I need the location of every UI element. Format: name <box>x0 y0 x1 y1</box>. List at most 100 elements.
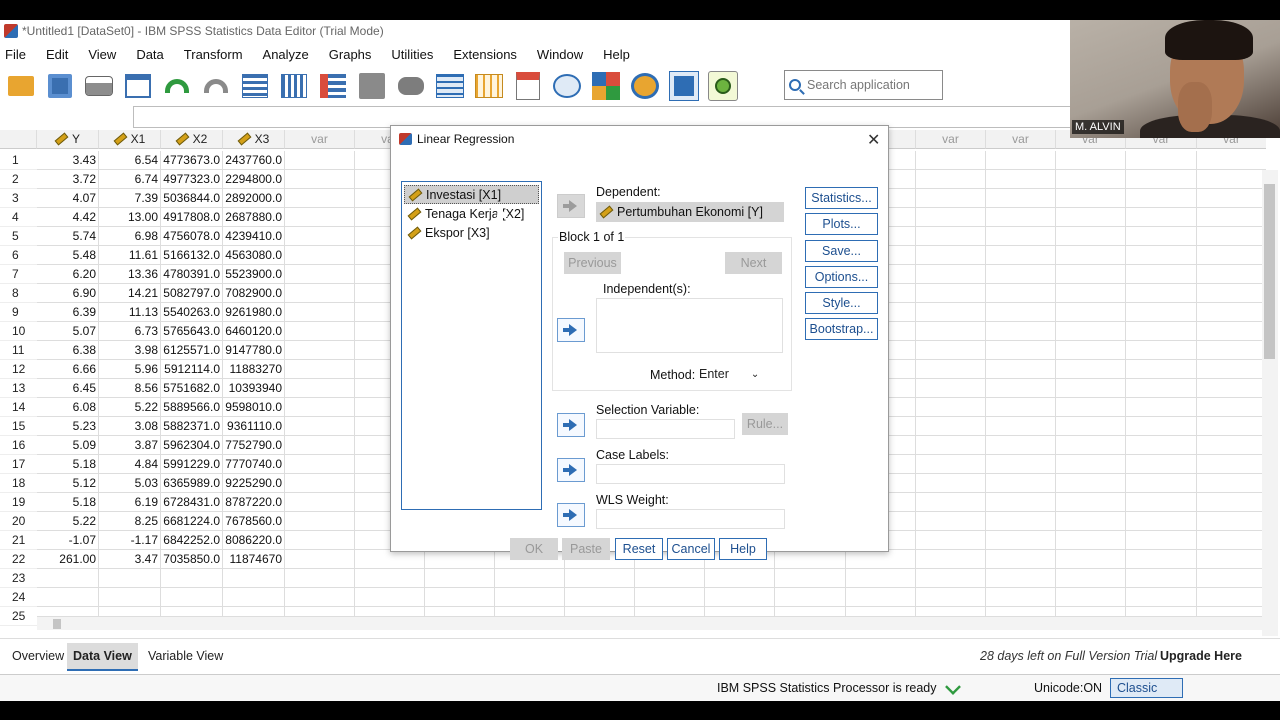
data-cell[interactable]: 7770740.0 <box>223 455 285 474</box>
print-icon[interactable] <box>84 71 114 101</box>
data-cell[interactable] <box>986 512 1056 531</box>
data-cell[interactable]: 10393940 <box>223 379 285 398</box>
use-sets-icon[interactable] <box>630 71 660 101</box>
row-number[interactable]: 11 <box>0 341 37 360</box>
row-number[interactable]: 24 <box>0 588 37 607</box>
data-cell[interactable] <box>1126 246 1197 265</box>
data-cell[interactable]: 4563080.0 <box>223 246 285 265</box>
data-cell[interactable] <box>1126 569 1197 588</box>
data-cell[interactable] <box>1056 550 1126 569</box>
data-cell[interactable]: 8787220.0 <box>223 493 285 512</box>
data-cell[interactable] <box>1126 493 1197 512</box>
data-cell[interactable]: 14.21 <box>99 284 161 303</box>
move-to-dependent-button[interactable] <box>557 194 585 218</box>
data-cell[interactable]: 4917808.0 <box>161 208 223 227</box>
data-cell[interactable] <box>355 588 425 607</box>
column-header-x2[interactable]: X2 <box>161 130 223 149</box>
data-cell[interactable] <box>285 189 355 208</box>
data-cell[interactable] <box>916 531 986 550</box>
data-cell[interactable] <box>1197 170 1266 189</box>
data-cell[interactable] <box>425 569 495 588</box>
data-cell[interactable] <box>916 303 986 322</box>
data-cell[interactable] <box>223 569 285 588</box>
data-cell[interactable] <box>1197 322 1266 341</box>
data-cell[interactable] <box>846 588 916 607</box>
source-variable-list[interactable]: Investasi [X1] Tenaga Kerja [X2] Ekspor … <box>401 181 542 510</box>
variable-item-investasi[interactable]: Investasi [X1] <box>404 185 539 204</box>
data-cell[interactable] <box>1056 360 1126 379</box>
data-cell[interactable]: 5.22 <box>99 398 161 417</box>
data-cell[interactable]: 4773673.0 <box>161 151 223 170</box>
data-cell[interactable] <box>916 588 986 607</box>
data-cell[interactable] <box>916 379 986 398</box>
data-cell[interactable]: 5540263.0 <box>161 303 223 322</box>
data-cell[interactable] <box>1197 550 1266 569</box>
data-cell[interactable] <box>846 569 916 588</box>
data-cell[interactable] <box>37 588 99 607</box>
data-cell[interactable] <box>285 322 355 341</box>
data-cell[interactable] <box>916 151 986 170</box>
data-cell[interactable] <box>1126 208 1197 227</box>
data-cell[interactable] <box>1197 455 1266 474</box>
data-cell[interactable]: 4.07 <box>37 189 99 208</box>
data-cell[interactable]: 5.48 <box>37 246 99 265</box>
data-cell[interactable] <box>285 436 355 455</box>
data-cell[interactable]: 6.45 <box>37 379 99 398</box>
data-cell[interactable] <box>986 588 1056 607</box>
data-cell[interactable]: 5889566.0 <box>161 398 223 417</box>
data-cell[interactable] <box>285 379 355 398</box>
data-cell[interactable]: 6365989.0 <box>161 474 223 493</box>
next-button[interactable]: Next <box>725 252 782 274</box>
column-header-x1[interactable]: X1 <box>99 130 161 149</box>
data-cell[interactable] <box>1126 227 1197 246</box>
data-cell[interactable] <box>1197 569 1266 588</box>
data-cell[interactable]: 5.12 <box>37 474 99 493</box>
data-cell[interactable] <box>285 360 355 379</box>
data-cell[interactable] <box>285 550 355 569</box>
data-cell[interactable]: 6.90 <box>37 284 99 303</box>
data-cell[interactable] <box>986 151 1056 170</box>
data-cell[interactable] <box>1126 436 1197 455</box>
bootstrap-button[interactable]: Bootstrap... <box>805 318 878 340</box>
recall-dialog-icon[interactable] <box>123 71 153 101</box>
data-cell[interactable] <box>986 455 1056 474</box>
data-cell[interactable]: 9261980.0 <box>223 303 285 322</box>
data-cell[interactable] <box>285 151 355 170</box>
data-cell[interactable] <box>285 455 355 474</box>
data-cell[interactable] <box>1056 455 1126 474</box>
open-folder-icon[interactable] <box>6 71 36 101</box>
data-cell[interactable]: 4.42 <box>37 208 99 227</box>
data-cell[interactable] <box>1056 398 1126 417</box>
show-all-variables-icon[interactable] <box>669 71 699 101</box>
statistics-button[interactable]: Statistics... <box>805 187 878 209</box>
data-cell[interactable] <box>1197 360 1266 379</box>
row-number[interactable]: 9 <box>0 303 37 322</box>
independent-list[interactable] <box>596 298 783 353</box>
data-cell[interactable] <box>986 436 1056 455</box>
data-cell[interactable] <box>1056 436 1126 455</box>
row-number[interactable]: 13 <box>0 379 37 398</box>
data-cell[interactable]: 6.73 <box>99 322 161 341</box>
data-cell[interactable]: 6.54 <box>99 151 161 170</box>
data-cell[interactable] <box>986 398 1056 417</box>
data-cell[interactable] <box>285 170 355 189</box>
data-cell[interactable]: 7035850.0 <box>161 550 223 569</box>
data-cell[interactable] <box>1056 588 1126 607</box>
data-cell[interactable] <box>916 417 986 436</box>
variable-item-tenaga-kerja[interactable]: Tenaga Kerja [X2] <box>404 204 539 223</box>
tab-variable-view[interactable]: Variable View <box>142 643 229 671</box>
menu-utilities[interactable]: Utilities <box>386 47 433 62</box>
data-cell[interactable] <box>705 588 775 607</box>
data-cell[interactable] <box>1126 531 1197 550</box>
data-cell[interactable] <box>99 588 161 607</box>
data-cell[interactable] <box>1197 512 1266 531</box>
data-cell[interactable] <box>1197 417 1266 436</box>
data-cell[interactable] <box>37 569 99 588</box>
data-cell[interactable] <box>1126 360 1197 379</box>
data-cell[interactable]: 6.98 <box>99 227 161 246</box>
data-cell[interactable]: 6.39 <box>37 303 99 322</box>
data-cell[interactable] <box>986 322 1056 341</box>
row-number[interactable]: 2 <box>0 170 37 189</box>
menu-help[interactable]: Help <box>598 47 630 62</box>
data-cell[interactable] <box>161 569 223 588</box>
